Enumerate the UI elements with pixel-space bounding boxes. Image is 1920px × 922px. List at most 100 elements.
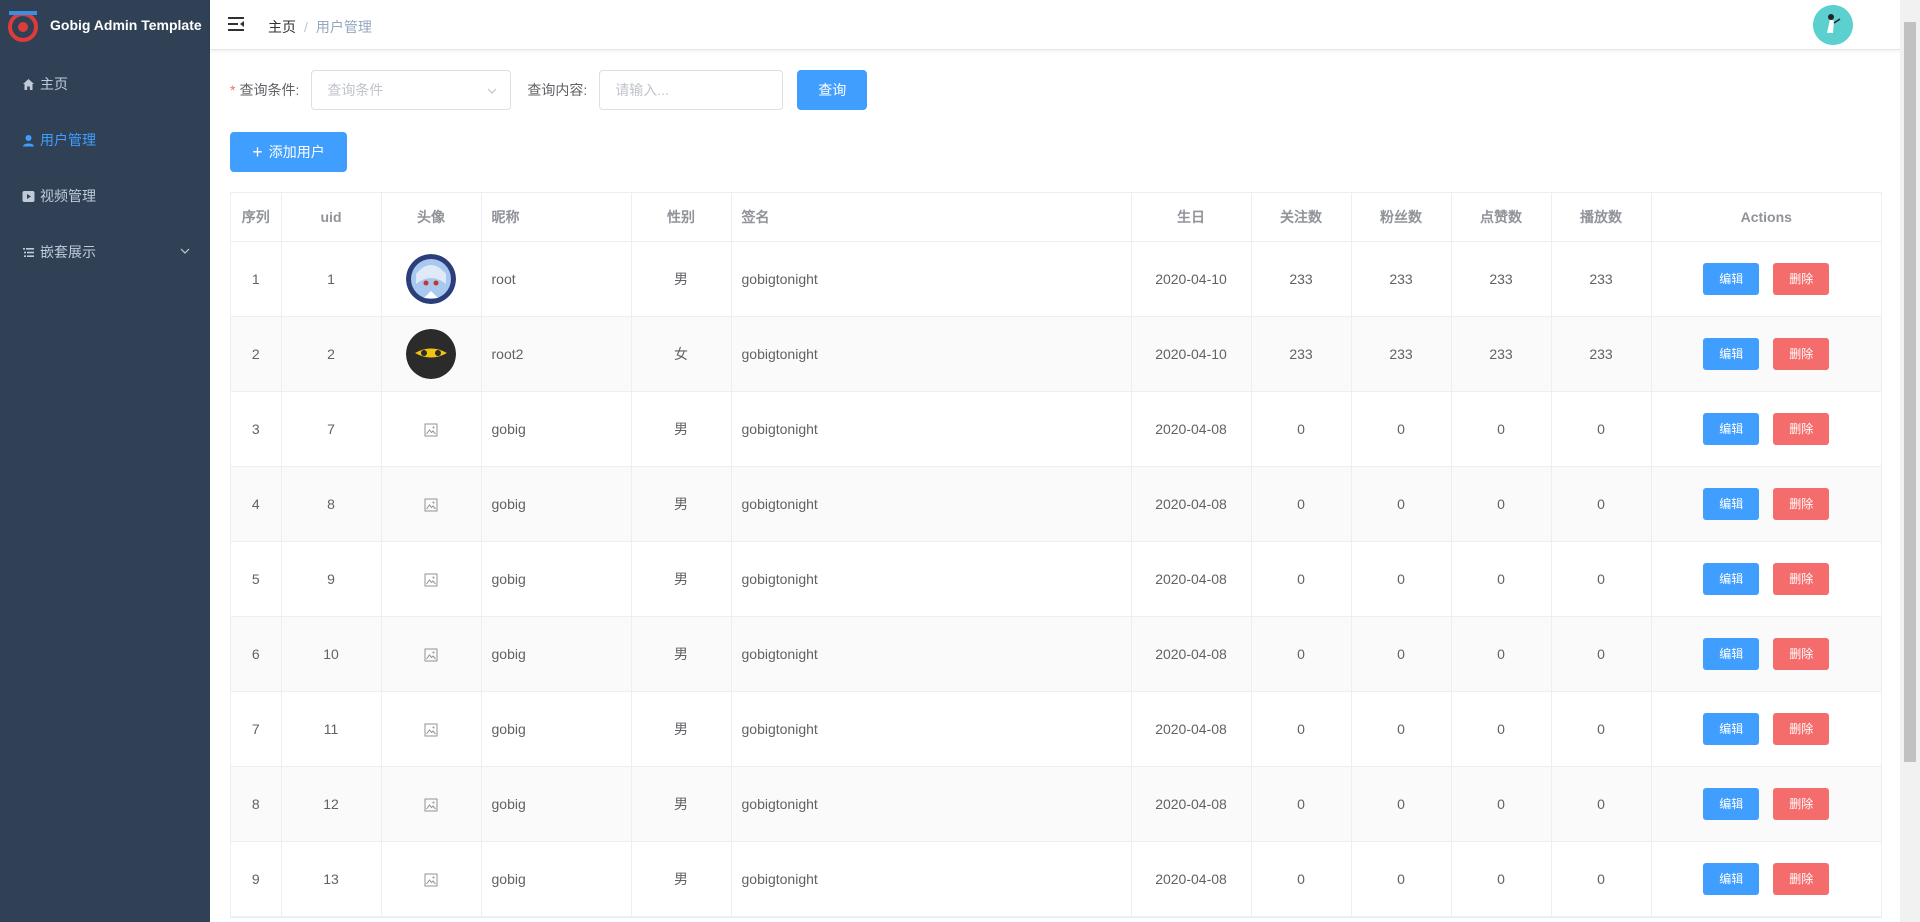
add-user-button[interactable]: + 添加用户 <box>230 132 347 172</box>
condition-select-placeholder: 查询条件 <box>327 82 384 98</box>
cell-avatar <box>381 691 482 767</box>
video-icon <box>20 188 36 204</box>
delete-button[interactable]: 删除 <box>1773 787 1830 820</box>
delete-button[interactable]: 删除 <box>1773 712 1830 745</box>
condition-label: * 查询条件: <box>230 82 300 98</box>
cell-plays: 0 <box>1551 766 1652 842</box>
cell-actions: 编辑 删除 <box>1651 841 1881 917</box>
cell-actions: 编辑 删除 <box>1651 391 1881 467</box>
cell-birthday: 2020-04-10 <box>1131 316 1252 392</box>
cell-follows: 233 <box>1251 316 1352 392</box>
breadcrumb-home[interactable]: 主页 <box>268 17 296 37</box>
cell-follows: 0 <box>1251 466 1352 542</box>
column-header: 头像 <box>381 193 482 242</box>
column-header: 昵称 <box>481 193 632 242</box>
user-icon <box>20 132 36 148</box>
edit-button[interactable]: 编辑 <box>1703 562 1760 595</box>
brand: Gobig Admin Template <box>0 0 210 50</box>
table-row: 5 9 gobig 男 gobigtonight 2020-04-08 0 0 0 0 编辑 删除 <box>231 541 1881 617</box>
breadcrumb-separator: / <box>304 19 308 35</box>
cell-plays: 0 <box>1551 466 1652 542</box>
cell-seq: 2 <box>231 316 282 392</box>
cell-follows: 233 <box>1251 241 1352 317</box>
cell-nickname: root2 <box>481 316 632 392</box>
table-row: 4 8 gobig 男 gobigtonight 2020-04-08 0 0 0 0 编辑 删除 <box>231 466 1881 542</box>
cell-nickname: gobig <box>481 691 632 767</box>
app-title: Gobig Admin Template <box>50 17 202 33</box>
edit-button[interactable]: 编辑 <box>1703 262 1760 295</box>
column-header: 关注数 <box>1251 193 1352 242</box>
delete-button[interactable]: 删除 <box>1773 637 1830 670</box>
cell-actions: 编辑 删除 <box>1651 241 1881 317</box>
cell-seq: 4 <box>231 466 282 542</box>
user-avatar[interactable] <box>1813 5 1853 45</box>
cell-avatar <box>381 766 482 842</box>
column-header: uid <box>281 193 382 242</box>
column-header: Actions <box>1651 193 1881 242</box>
cell-nickname: gobig <box>481 766 632 842</box>
cell-fans: 0 <box>1351 766 1452 842</box>
app-root: Gobig Admin Template 主页 用户管理 视频管理 嵌套展示 主… <box>0 0 1920 922</box>
scrollbar-thumb[interactable] <box>1904 22 1916 762</box>
edit-button[interactable]: 编辑 <box>1703 637 1760 670</box>
sidebar-item-label: 嵌套展示 <box>40 244 96 260</box>
content-input[interactable] <box>599 70 784 110</box>
cell-signature: gobigtonight <box>731 541 1132 617</box>
sidebar-item-users[interactable]: 用户管理 <box>0 112 210 168</box>
sidebar-item-nested[interactable]: 嵌套展示 <box>0 224 210 280</box>
top-navbar: 主页 / 用户管理 <box>210 0 1900 50</box>
table-row: 8 12 gobig 男 gobigtonight 2020-04-08 0 0 0 0 编辑 删除 <box>231 766 1881 842</box>
cell-plays: 233 <box>1551 316 1652 392</box>
delete-button[interactable]: 删除 <box>1773 562 1830 595</box>
cell-fans: 0 <box>1351 841 1452 917</box>
cell-gender: 女 <box>631 316 732 392</box>
delete-button[interactable]: 删除 <box>1773 337 1830 370</box>
delete-button[interactable]: 删除 <box>1773 412 1830 445</box>
cell-fans: 0 <box>1351 616 1452 692</box>
cell-likes: 0 <box>1451 466 1552 542</box>
cell-actions: 编辑 删除 <box>1651 616 1881 692</box>
hamburger-icon[interactable] <box>227 15 245 33</box>
table-row: 2 2 root2 女 gobigtonight 2020-04-10 233 233 233 2… <box>231 316 1881 392</box>
cell-nickname: root <box>481 241 632 317</box>
cell-gender: 男 <box>631 391 732 467</box>
cell-gender: 男 <box>631 466 732 542</box>
edit-button[interactable]: 编辑 <box>1703 412 1760 445</box>
cell-gender: 男 <box>631 691 732 767</box>
column-header: 性别 <box>631 193 732 242</box>
cell-birthday: 2020-04-08 <box>1131 841 1252 917</box>
cell-uid: 1 <box>281 241 382 317</box>
cell-seq: 9 <box>231 841 282 917</box>
edit-button[interactable]: 编辑 <box>1703 337 1760 370</box>
delete-button[interactable]: 删除 <box>1773 862 1830 895</box>
add-user-label: 添加用户 <box>268 144 325 160</box>
edit-button[interactable]: 编辑 <box>1703 862 1760 895</box>
edit-button[interactable]: 编辑 <box>1703 712 1760 745</box>
edit-button[interactable]: 编辑 <box>1703 487 1760 520</box>
condition-select[interactable]: 查询条件 <box>311 70 512 110</box>
row-avatar <box>406 328 456 379</box>
cell-actions: 编辑 删除 <box>1651 466 1881 542</box>
edit-button[interactable]: 编辑 <box>1703 787 1760 820</box>
delete-button[interactable]: 删除 <box>1773 262 1830 295</box>
cell-nickname: gobig <box>481 841 632 917</box>
sidebar-item-home[interactable]: 主页 <box>0 56 210 112</box>
row-avatar <box>406 253 456 304</box>
cell-likes: 0 <box>1451 691 1552 767</box>
sidebar-item-videos[interactable]: 视频管理 <box>0 168 210 224</box>
cell-follows: 0 <box>1251 541 1352 617</box>
cell-likes: 0 <box>1451 841 1552 917</box>
column-header: 生日 <box>1131 193 1252 242</box>
cell-birthday: 2020-04-08 <box>1131 391 1252 467</box>
cell-nickname: gobig <box>481 466 632 542</box>
cell-follows: 0 <box>1251 616 1352 692</box>
query-button[interactable]: 查询 <box>797 70 868 110</box>
page-scrollbar[interactable] <box>1900 0 1920 922</box>
user-table: 序列 uid 头像 昵称 性别 签名 生日 关注数 粉丝数 点赞数 播放数 Ac… <box>230 192 1882 918</box>
table-row: 7 11 gobig 男 gobigtonight 2020-04-08 0 0 0 0 编辑 删除 <box>231 691 1881 767</box>
cell-fans: 0 <box>1351 391 1452 467</box>
cell-birthday: 2020-04-08 <box>1131 541 1252 617</box>
delete-button[interactable]: 删除 <box>1773 487 1830 520</box>
plus-icon: + <box>252 142 263 162</box>
cell-fans: 0 <box>1351 466 1452 542</box>
